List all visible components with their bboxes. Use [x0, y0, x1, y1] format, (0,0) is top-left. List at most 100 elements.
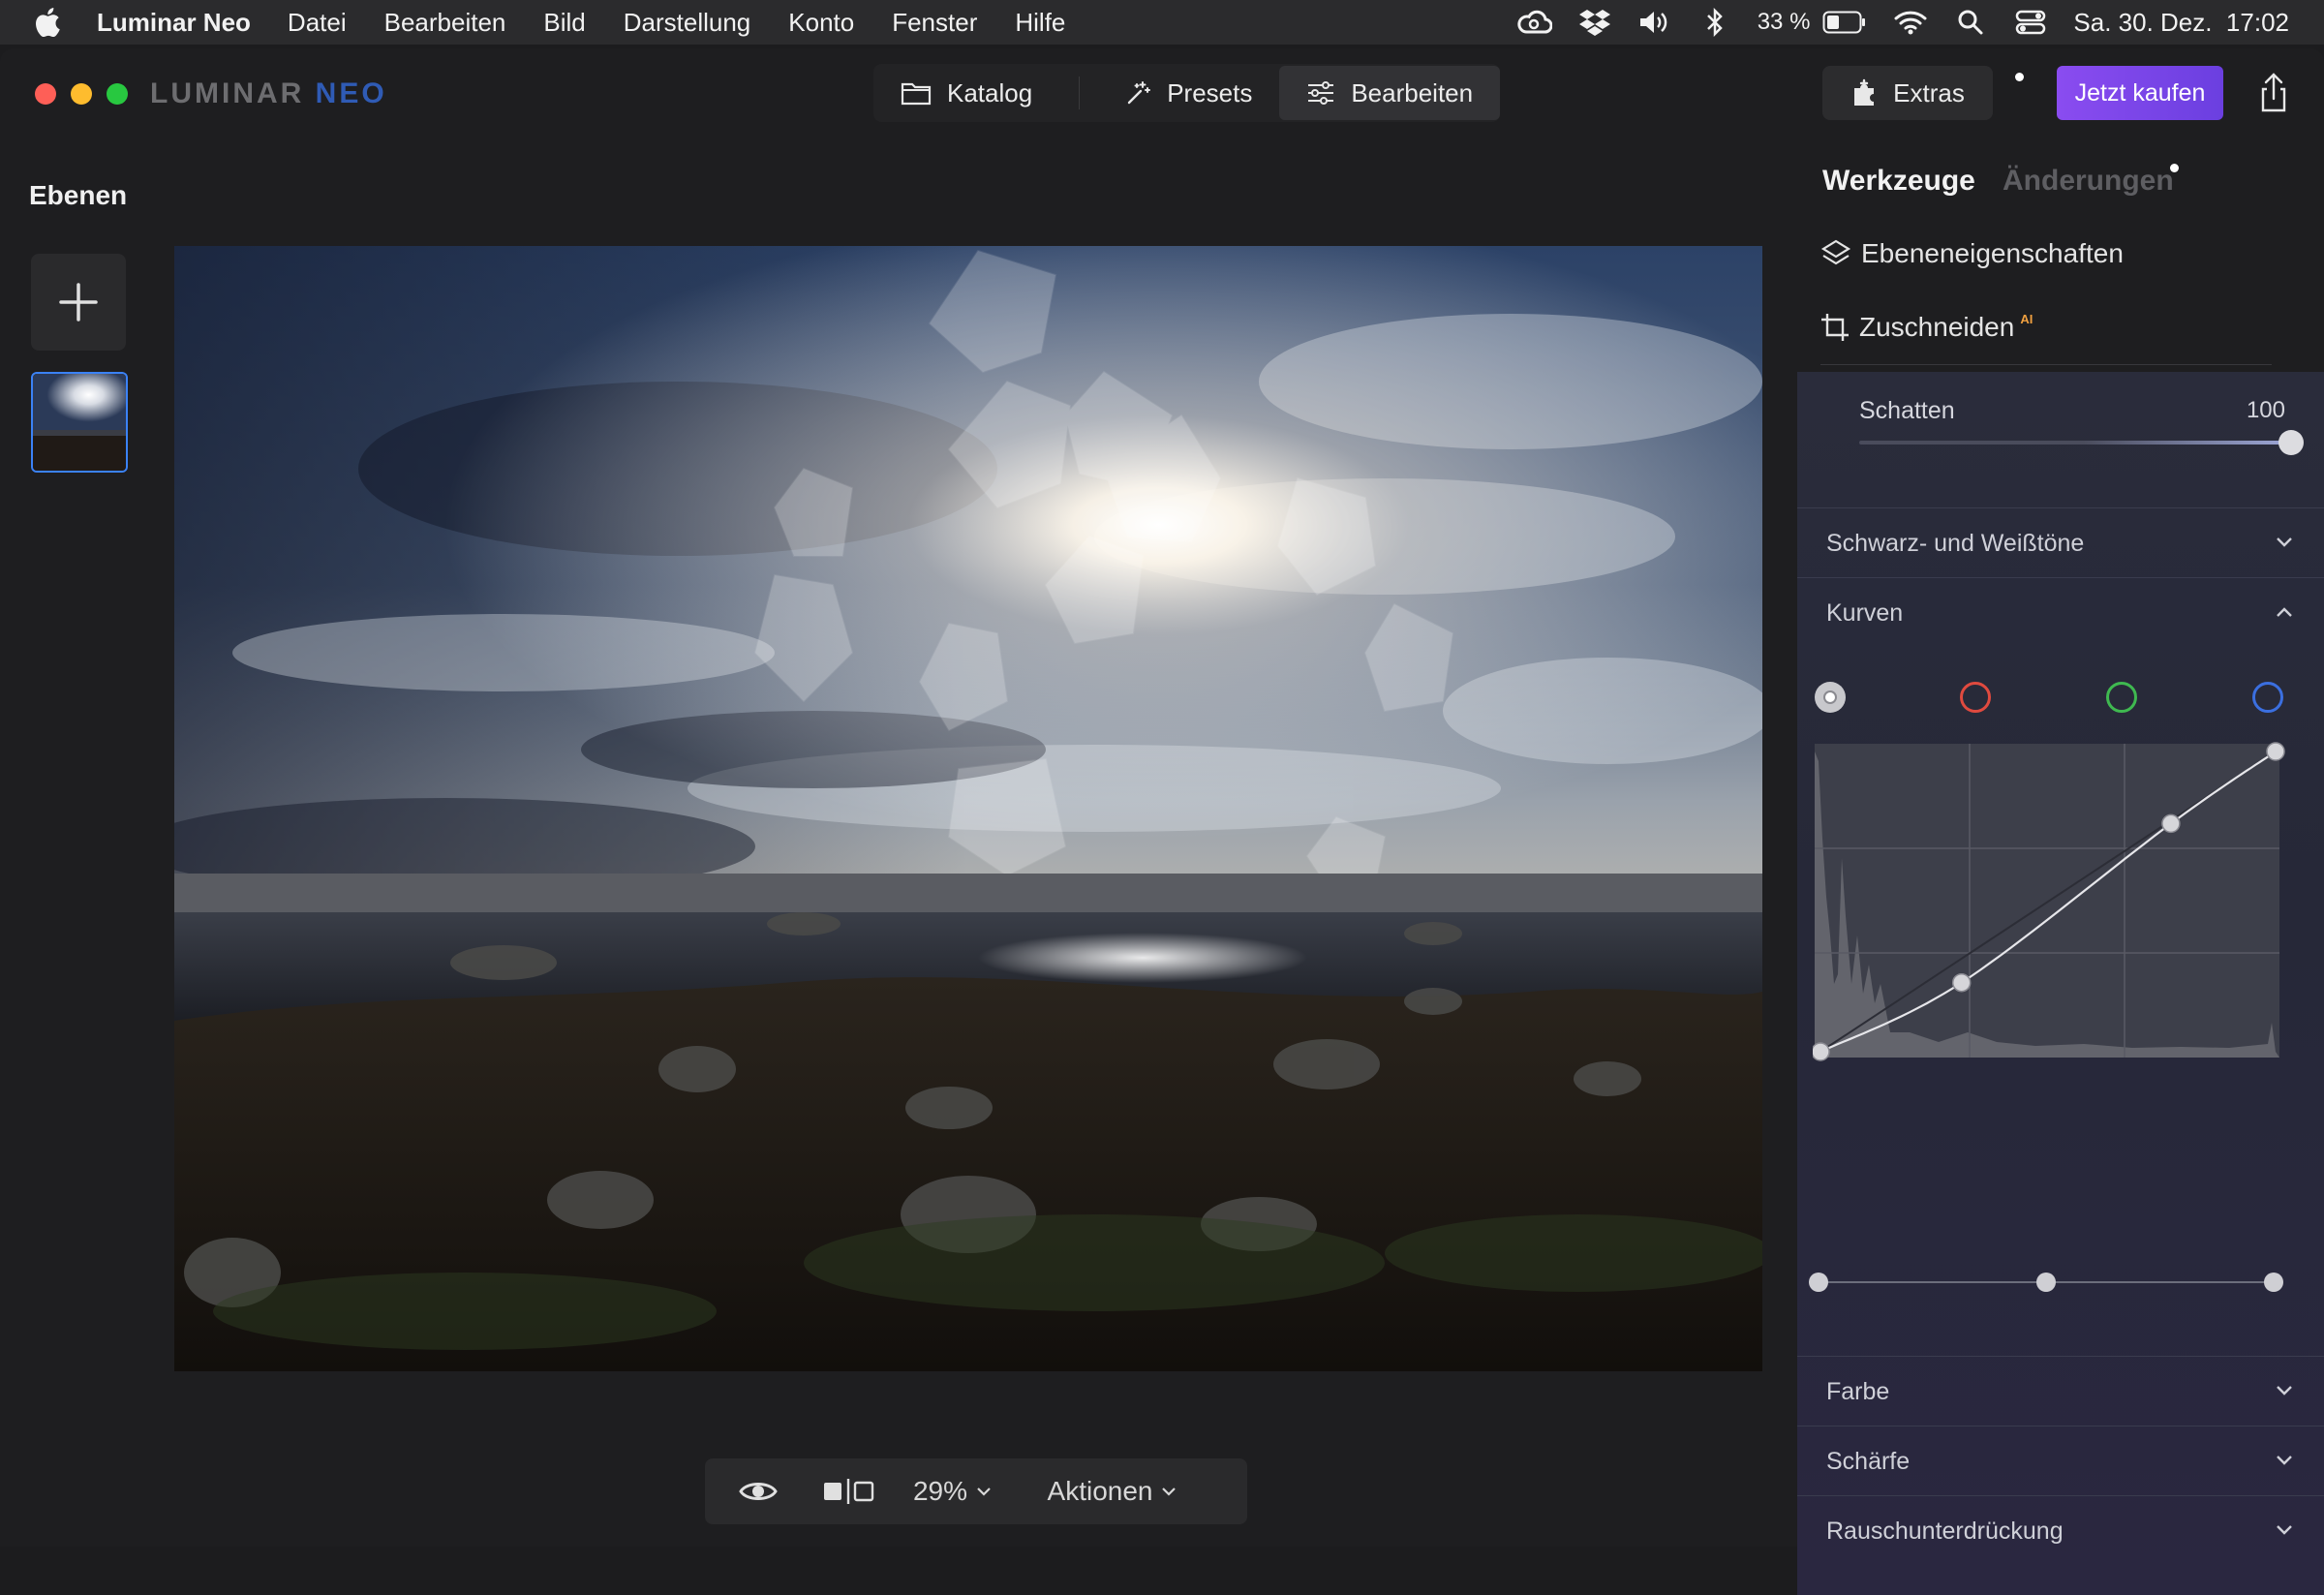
layer-thumbnail[interactable]	[31, 372, 128, 473]
chevron-down-icon	[1162, 1488, 1177, 1496]
zoom-window-button[interactable]	[107, 83, 128, 105]
layer-properties-label: Ebeneneigenschaften	[1861, 238, 2124, 268]
menu-hilfe[interactable]: Hilfe	[1015, 8, 1065, 38]
menu-bild[interactable]: Bild	[543, 8, 585, 38]
logo-luminar: LUMINAR	[150, 77, 305, 109]
extras-notification-dot	[2015, 73, 2024, 81]
photo-canvas[interactable]	[174, 246, 1762, 1371]
preview-toggle-button[interactable]	[705, 1478, 811, 1505]
range-handle[interactable]	[2036, 1273, 2056, 1292]
curve-channel-green[interactable]	[2106, 682, 2137, 713]
extras-button[interactable]: Extras	[1822, 66, 1993, 120]
shadow-slider-handle[interactable]	[2278, 430, 2304, 455]
curve-control-point[interactable]	[2266, 742, 2285, 761]
minimize-window-button[interactable]	[71, 83, 92, 105]
logo-neo: NEO	[315, 77, 387, 109]
actions-dropdown[interactable]: Aktionen	[1021, 1476, 1205, 1507]
tab-catalog[interactable]: Katalog	[873, 66, 1059, 120]
puzzle-icon	[1854, 78, 1875, 106]
tab-presets[interactable]: Presets	[1099, 66, 1279, 120]
section-sharpness-label: Schärfe	[1826, 1447, 1911, 1475]
section-color-label: Farbe	[1826, 1377, 1890, 1405]
crop-tool-item[interactable]: Zuschneiden AI	[1820, 312, 2033, 343]
eye-icon	[739, 1483, 778, 1500]
curves-graph[interactable]	[1813, 742, 2287, 1081]
selected-dot	[1825, 692, 1835, 702]
compare-view-button[interactable]	[811, 1477, 885, 1506]
crop-label: Zuschneiden	[1859, 312, 2015, 342]
section-sharpness[interactable]: Schärfe	[1797, 1426, 2324, 1496]
menu-bar: Luminar Neo Datei Bearbeiten Bild Darste…	[0, 0, 2324, 45]
actions-label: Aktionen	[1047, 1476, 1153, 1506]
plus-icon	[59, 283, 98, 322]
menu-datei[interactable]: Datei	[288, 8, 347, 38]
tab-edit[interactable]: Bearbeiten	[1279, 66, 1501, 120]
bluetooth-icon[interactable]	[1697, 5, 1732, 40]
range-handle[interactable]	[2264, 1273, 2283, 1292]
section-curves-label: Kurven	[1826, 598, 1904, 627]
layers-title: Ebenen	[29, 180, 128, 210]
layers-icon	[1820, 239, 1851, 265]
curve-channel-red[interactable]	[1960, 682, 1991, 713]
section-noise-reduction[interactable]: Rauschunterdrückung	[1797, 1495, 2324, 1566]
dropbox-icon[interactable]	[1577, 5, 1612, 40]
magic-wand-icon	[1127, 81, 1151, 105]
menu-fenster[interactable]: Fenster	[892, 8, 977, 38]
tab-changes[interactable]: Änderungen	[2003, 165, 2174, 198]
menubar-clock[interactable]: Sa. 30. Dez. 17:02	[2073, 8, 2289, 38]
share-icon	[2261, 73, 2286, 112]
chevron-down-icon	[2277, 1525, 2292, 1535]
section-noise-reduction-label: Rauschunterdrückung	[1826, 1517, 2064, 1545]
crop-ai-badge: AI	[2020, 311, 2034, 326]
control-center-icon[interactable]	[2013, 5, 2048, 40]
volume-icon[interactable]	[1637, 5, 1672, 40]
add-layer-button[interactable]	[31, 254, 126, 351]
chevron-down-icon	[2277, 1386, 2292, 1396]
extras-label: Extras	[1893, 77, 1965, 107]
layer-properties-item[interactable]: Ebeneneigenschaften	[1820, 238, 2124, 269]
zoom-value: 29%	[912, 1476, 968, 1506]
main-navigation: Katalog Presets Bearbeiten	[873, 64, 1501, 122]
section-color[interactable]: Farbe	[1797, 1356, 2324, 1426]
app-menu-name[interactable]: Luminar Neo	[97, 8, 251, 38]
menu-darstellung[interactable]: Darstellung	[624, 8, 751, 38]
curve-control-point[interactable]	[1813, 1042, 1830, 1061]
shadow-value: 100	[2246, 397, 2285, 423]
shadow-slider-fill	[2084, 441, 2291, 445]
menu-konto[interactable]: Konto	[788, 8, 854, 38]
shadow-label: Schatten	[1859, 397, 1955, 424]
zoom-dropdown[interactable]: 29%	[885, 1476, 1021, 1507]
section-black-white[interactable]: Schwarz- und Weißtöne	[1797, 507, 2324, 578]
curve-control-point[interactable]	[2161, 813, 2181, 834]
battery-percentage: 33 %	[1757, 9, 1811, 35]
develop-panel: Schatten 100 Schwarz- und Weißtöne Kurve…	[1797, 372, 2324, 1595]
chevron-down-icon	[977, 1488, 991, 1496]
section-black-white-label: Schwarz- und Weißtöne	[1826, 529, 2085, 557]
apple-icon[interactable]	[35, 8, 62, 37]
tab-presets-label: Presets	[1167, 77, 1253, 107]
share-button[interactable]	[2254, 72, 2293, 114]
sliders-icon	[1308, 81, 1334, 105]
wifi-icon[interactable]	[1893, 5, 1928, 40]
tab-tools[interactable]: Werkzeuge	[1822, 165, 1975, 198]
tab-edit-label: Bearbeiten	[1351, 77, 1474, 107]
curve-range-slider[interactable]	[1809, 1263, 2283, 1302]
range-handle[interactable]	[1809, 1273, 1828, 1292]
battery-icon[interactable]	[1821, 5, 1868, 40]
chevron-up-icon	[2277, 607, 2292, 617]
changes-notification-dot	[2170, 164, 2179, 172]
curve-control-point[interactable]	[1951, 972, 1972, 993]
folder-icon	[901, 82, 932, 106]
spotlight-search-icon[interactable]	[1953, 5, 1988, 40]
close-window-button[interactable]	[35, 83, 56, 105]
curve-channel-blue[interactable]	[2252, 682, 2283, 713]
menu-bearbeiten[interactable]: Bearbeiten	[384, 8, 506, 38]
curve-channel-luminance[interactable]	[1815, 682, 1846, 713]
nav-divider	[1079, 77, 1081, 109]
crop-icon	[1821, 314, 1849, 341]
creative-cloud-icon[interactable]	[1517, 5, 1552, 40]
buy-now-button[interactable]: Jetzt kaufen	[2057, 66, 2223, 120]
tab-catalog-label: Katalog	[947, 77, 1033, 107]
shadow-slider-track[interactable]	[1859, 441, 2291, 445]
section-curves[interactable]: Kurven	[1797, 577, 2324, 648]
